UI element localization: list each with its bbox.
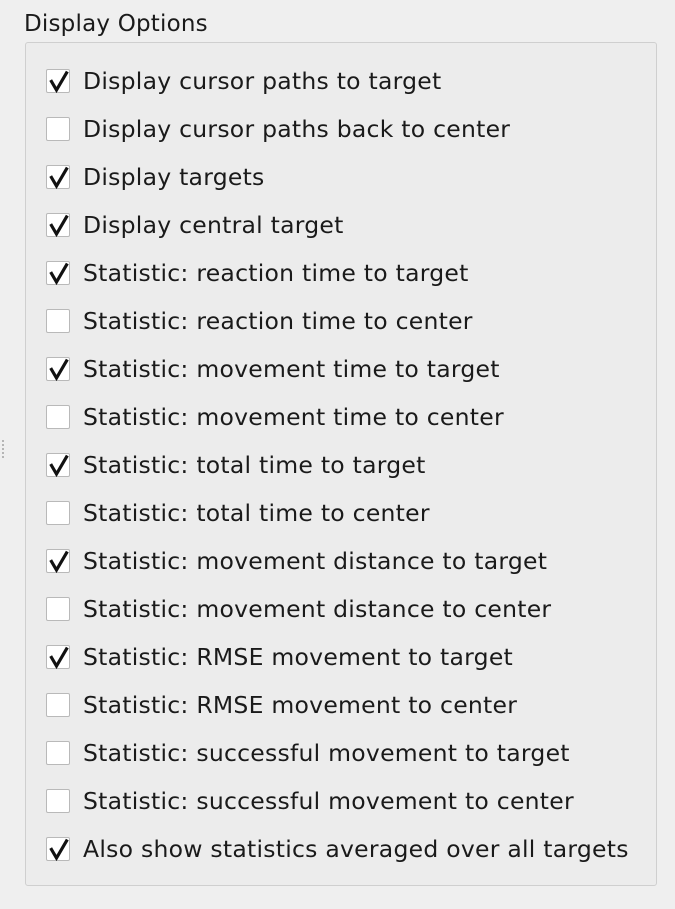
option-label-10: Statistic: total time to center: [83, 499, 430, 527]
checkbox-13[interactable]: [46, 645, 70, 670]
option-label-8: Statistic: movement time to center: [83, 403, 504, 431]
checkbox-2[interactable]: [46, 117, 70, 141]
checkbox-3[interactable]: [46, 165, 70, 190]
checkmark-icon: [49, 454, 69, 478]
option-row-17[interactable]: Also show statistics averaged over all t…: [46, 825, 629, 873]
option-label-1: Display cursor paths to target: [83, 67, 442, 95]
option-label-14: Statistic: RMSE movement to center: [83, 691, 518, 719]
checkbox-12[interactable]: [46, 597, 70, 621]
options-list: Display cursor paths to target Display c…: [46, 57, 629, 873]
checkbox-5[interactable]: [46, 261, 70, 286]
checkbox-8[interactable]: [46, 405, 70, 429]
option-row-15[interactable]: Statistic: successful movement to target: [46, 729, 629, 777]
option-row-8[interactable]: Statistic: movement time to center: [46, 393, 629, 441]
option-row-13[interactable]: Statistic: RMSE movement to target: [46, 633, 629, 681]
checkbox-9[interactable]: [46, 453, 70, 478]
checkbox-11[interactable]: [46, 549, 70, 574]
checkmark-icon: [49, 358, 69, 382]
checkbox-14[interactable]: [46, 693, 70, 717]
splitter-handle-icon[interactable]: [2, 440, 5, 460]
option-label-5: Statistic: reaction time to target: [83, 259, 469, 287]
option-row-1[interactable]: Display cursor paths to target: [46, 57, 629, 105]
checkmark-icon: [49, 70, 69, 94]
option-label-11: Statistic: movement distance to target: [83, 547, 548, 575]
checkmark-icon: [49, 550, 69, 574]
group-title: Display Options: [24, 11, 208, 37]
option-row-4[interactable]: Display central target: [46, 201, 629, 249]
option-label-17: Also show statistics averaged over all t…: [83, 835, 629, 863]
checkbox-4[interactable]: [46, 213, 70, 238]
option-row-5[interactable]: Statistic: reaction time to target: [46, 249, 629, 297]
option-label-13: Statistic: RMSE movement to target: [83, 643, 513, 671]
checkbox-10[interactable]: [46, 501, 70, 525]
option-row-14[interactable]: Statistic: RMSE movement to center: [46, 681, 629, 729]
option-row-3[interactable]: Display targets: [46, 153, 629, 201]
option-label-4: Display central target: [83, 211, 344, 239]
option-label-16: Statistic: successful movement to center: [83, 787, 574, 815]
option-label-3: Display targets: [83, 163, 265, 191]
option-row-11[interactable]: Statistic: movement distance to target: [46, 537, 629, 585]
checkmark-icon: [49, 214, 69, 238]
checkmark-icon: [49, 262, 69, 286]
checkbox-7[interactable]: [46, 357, 70, 382]
option-row-2[interactable]: Display cursor paths back to center: [46, 105, 629, 153]
option-row-16[interactable]: Statistic: successful movement to center: [46, 777, 629, 825]
option-row-9[interactable]: Statistic: total time to target: [46, 441, 629, 489]
checkbox-6[interactable]: [46, 309, 70, 333]
option-label-2: Display cursor paths back to center: [83, 115, 511, 143]
option-label-6: Statistic: reaction time to center: [83, 307, 473, 335]
option-label-15: Statistic: successful movement to target: [83, 739, 570, 767]
option-row-10[interactable]: Statistic: total time to center: [46, 489, 629, 537]
option-row-7[interactable]: Statistic: movement time to target: [46, 345, 629, 393]
checkbox-16[interactable]: [46, 789, 70, 813]
checkbox-15[interactable]: [46, 741, 70, 765]
option-label-7: Statistic: movement time to target: [83, 355, 500, 383]
option-row-12[interactable]: Statistic: movement distance to center: [46, 585, 629, 633]
option-label-12: Statistic: movement distance to center: [83, 595, 552, 623]
checkbox-1[interactable]: [46, 69, 70, 94]
option-label-9: Statistic: total time to target: [83, 451, 426, 479]
checkmark-icon: [49, 166, 69, 190]
option-row-6[interactable]: Statistic: reaction time to center: [46, 297, 629, 345]
checkmark-icon: [49, 646, 69, 670]
checkbox-17[interactable]: [46, 837, 70, 862]
checkmark-icon: [49, 838, 69, 862]
